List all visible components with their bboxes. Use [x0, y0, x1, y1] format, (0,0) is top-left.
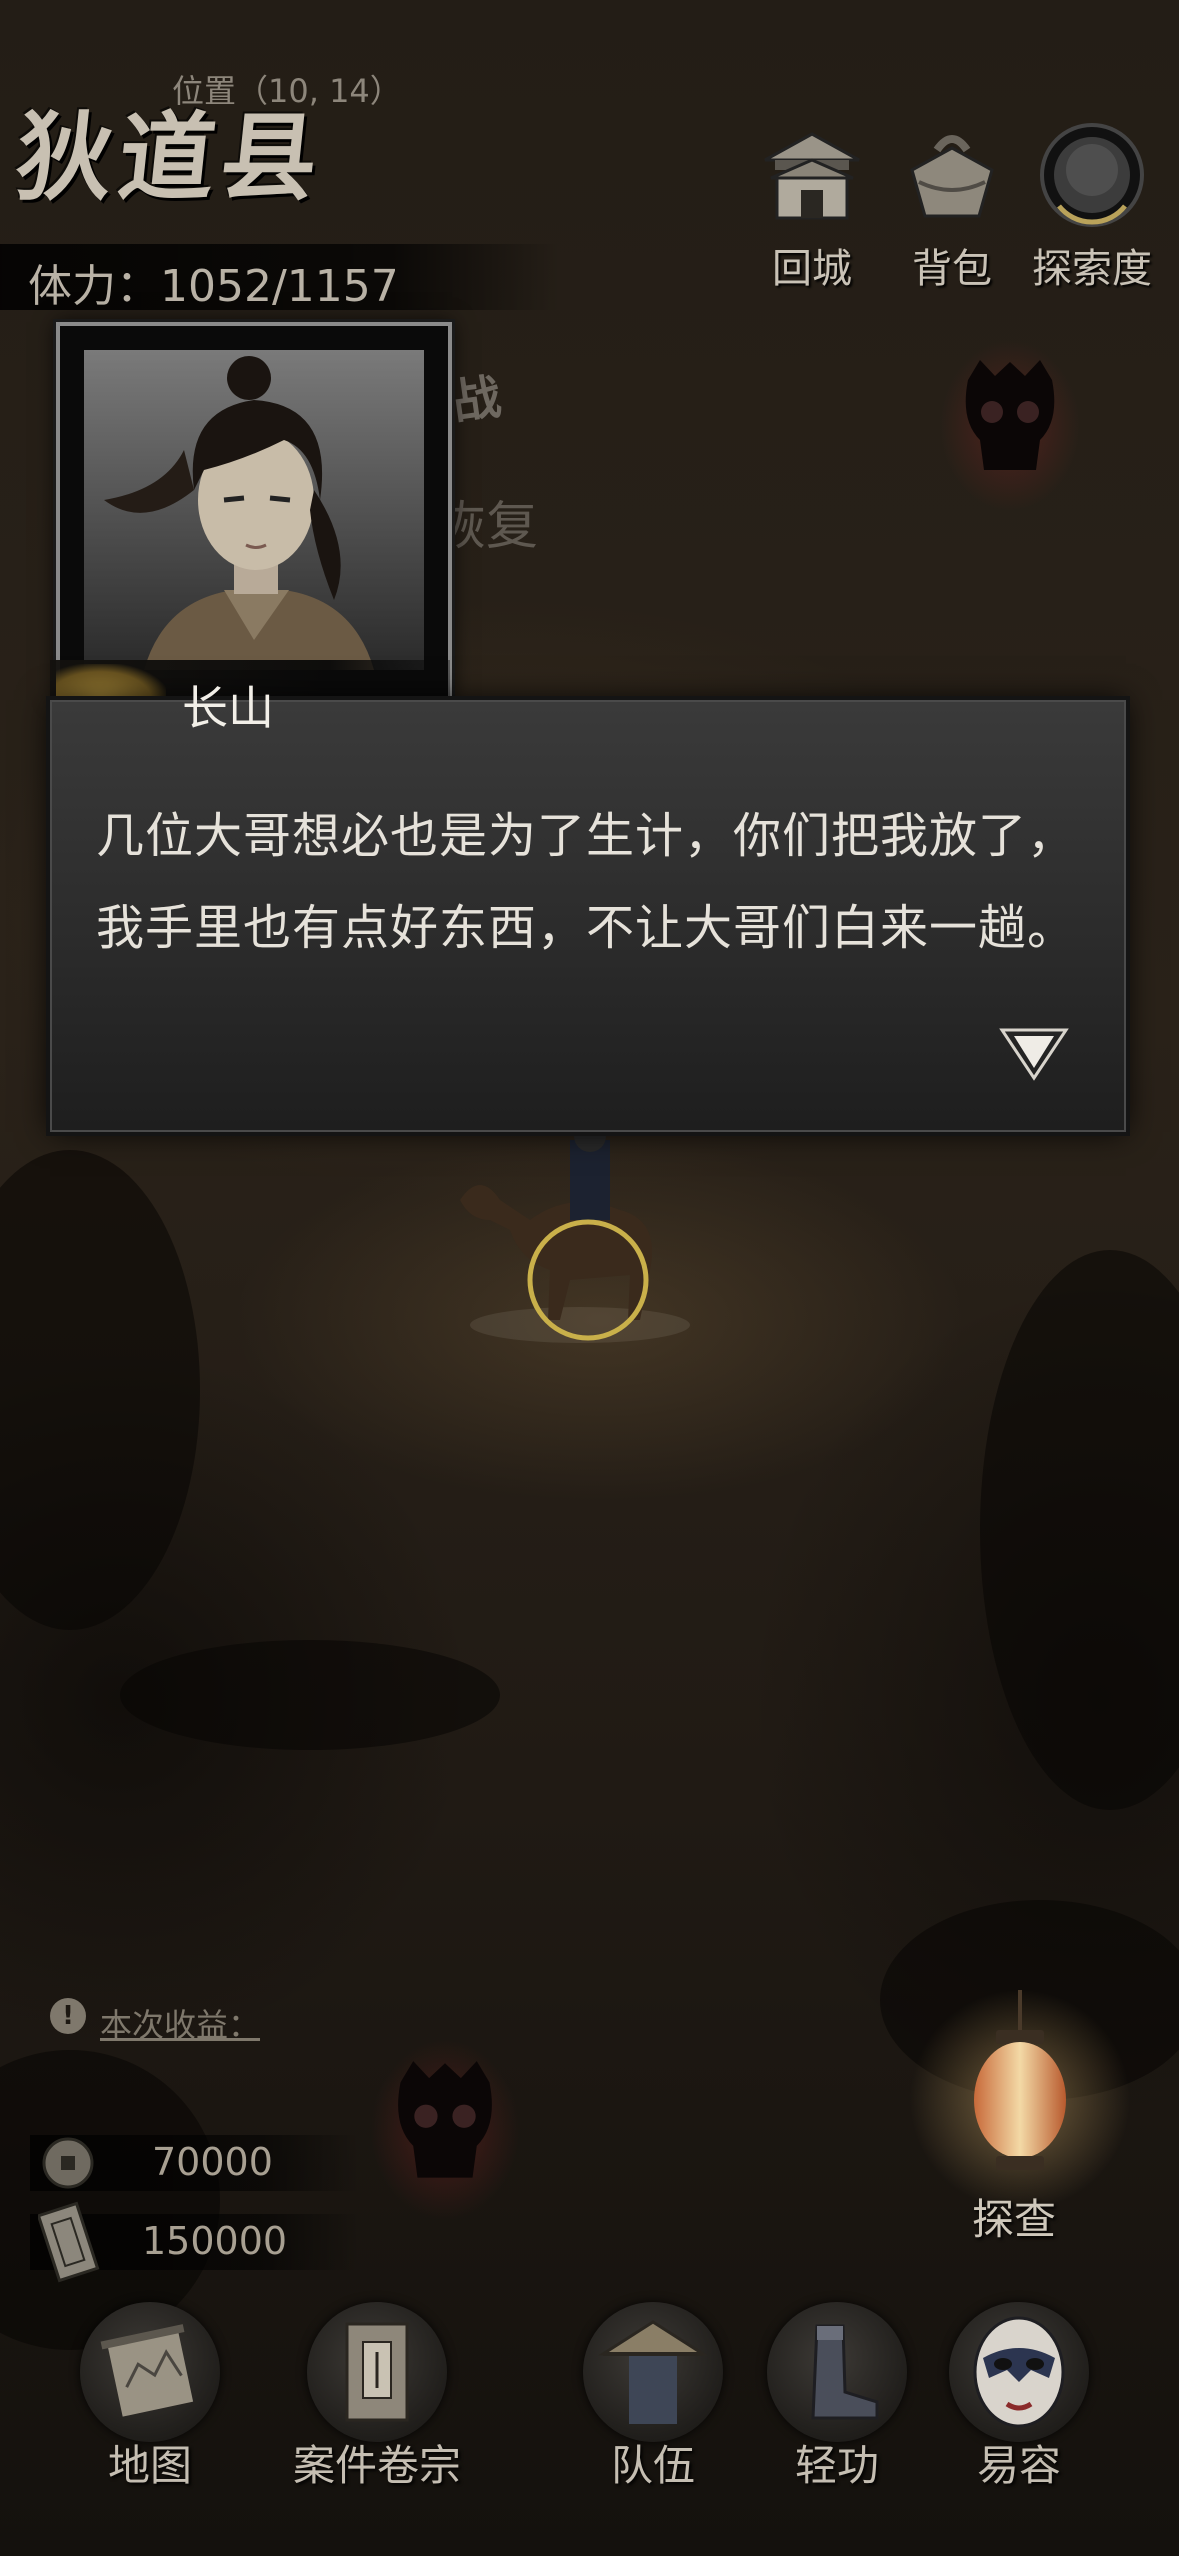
return-city-button[interactable]: 回城 — [752, 120, 872, 294]
exploration-button[interactable]: 探索度 — [1032, 120, 1152, 294]
team-hat-icon — [583, 2302, 723, 2442]
nav-team[interactable]: 队伍 — [568, 2302, 738, 2493]
boots-icon — [767, 2302, 907, 2442]
nav-disguise-label: 易容 — [976, 2441, 1061, 2490]
speaker-portrait — [56, 322, 452, 700]
investigate-button[interactable] — [910, 1980, 1130, 2220]
bundle-icon — [897, 120, 1007, 230]
opera-mask-icon — [949, 2302, 1089, 2442]
banknote-icon — [36, 2200, 102, 2288]
map-scroll-icon — [80, 2302, 220, 2442]
investigate-label: 探查 — [972, 2195, 1057, 2244]
nav-disguise[interactable]: 易容 — [934, 2302, 1104, 2493]
lantern-icon — [910, 1990, 1130, 2210]
note-amount: 150000 — [142, 2219, 288, 2263]
nav-map[interactable]: 地图 — [65, 2302, 235, 2493]
return-city-label: 回城 — [772, 246, 852, 292]
info-icon: ! — [50, 1998, 86, 2034]
backpack-label: 背包 — [912, 246, 992, 292]
nav-qinggong-label: 轻功 — [794, 2441, 879, 2490]
nav-case-files-label: 案件卷宗 — [292, 2441, 461, 2490]
coin-icon — [36, 2134, 100, 2196]
dialog-next-arrow-icon[interactable] — [998, 1024, 1070, 1084]
fight-label: 战 — [449, 368, 505, 432]
nav-map-label: 地图 — [107, 2441, 192, 2490]
city-gate-icon — [757, 120, 867, 230]
nav-team-label: 队伍 — [610, 2441, 695, 2490]
case-file-icon — [307, 2302, 447, 2442]
speaker-name: 长山 — [182, 681, 274, 735]
backpack-button[interactable]: 背包 — [892, 120, 1012, 294]
coin-amount: 70000 — [152, 2140, 273, 2184]
player-on-camel — [420, 1110, 700, 1350]
portrait-image — [84, 350, 424, 670]
earnings-label[interactable]: 本次收益： — [100, 2000, 260, 2046]
exploration-label: 探索度 — [1032, 246, 1152, 292]
skull-marker-icon[interactable] — [940, 340, 1080, 514]
location-title: 狄道县 — [11, 101, 330, 214]
nav-case-files[interactable]: 案件卷宗 — [282, 2302, 472, 2493]
skull-marker-icon[interactable] — [370, 2040, 520, 2224]
exploration-orb-icon — [1037, 120, 1147, 230]
nav-qinggong[interactable]: 轻功 — [752, 2302, 922, 2493]
dialog-text: 几位大哥想必也是为了生计，你们把我放了，我手里也有点好东西，不让大哥们白来一趟。 — [96, 808, 1077, 956]
stamina-text: 体力：1052/1157 — [28, 261, 399, 312]
